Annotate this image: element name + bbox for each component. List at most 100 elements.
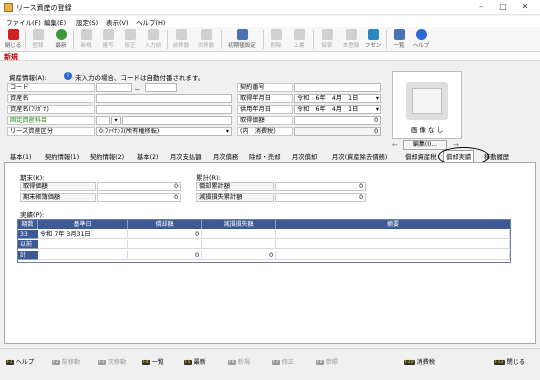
records-label: 実績(P):: [20, 211, 45, 219]
search-button[interactable]: 探索: [316, 28, 338, 51]
category-value: 0:ﾌｧｲﾅﾝｽ(所有権移転): [99, 128, 160, 135]
photo-prev-icon[interactable]: ←: [392, 141, 398, 149]
copy-icon: [102, 29, 114, 40]
copy-button[interactable]: 複写: [98, 28, 118, 51]
asset-info-label: 資産情報(A):: [9, 74, 47, 82]
code-dash: －: [134, 86, 141, 94]
search-icon: [321, 29, 333, 40]
undo-button[interactable]: 入力前: [142, 28, 164, 51]
tab-monthly-debt[interactable]: 月次償務: [213, 152, 238, 161]
fkey-reference[interactable]: F8 参照: [316, 357, 338, 366]
depreciation-total-label: 償却累計額: [196, 182, 274, 191]
menu-settings[interactable]: 設定(S): [76, 17, 98, 27]
register-button[interactable]: 本登録: [340, 28, 362, 51]
code-input-1[interactable]: [96, 83, 132, 92]
fkey-list[interactable]: F4 一覧: [142, 357, 164, 366]
menu-view[interactable]: 表示(V): [106, 17, 129, 27]
minimize-icon[interactable]: –: [470, 0, 492, 14]
asset-name-label: 資産名: [7, 94, 95, 103]
next-button[interactable]: 次移動: [195, 28, 217, 51]
row-period: 33: [18, 230, 38, 239]
register-icon: [345, 29, 357, 40]
save-button[interactable]: 登録: [28, 28, 48, 51]
tab-monthly-depreciation[interactable]: 月次償却: [292, 152, 317, 161]
tax-value: 0: [294, 127, 381, 136]
use-date-input[interactable]: 令和 6年 4月 1日 ▾: [294, 105, 381, 114]
fixed-subject-input[interactable]: [96, 116, 110, 125]
impairment-total-label: 減損損失累計額: [196, 193, 274, 202]
tab-disposal-sale[interactable]: 除却・売却: [249, 152, 280, 161]
table-cell-date[interactable]: [38, 240, 128, 249]
delete-button[interactable]: 削除: [266, 28, 286, 51]
sticky-note-icon: [367, 29, 379, 40]
list-button[interactable]: 一覧: [389, 28, 409, 51]
menu-file[interactable]: ファイル(F): [6, 17, 41, 27]
overwrite-icon: [293, 29, 305, 40]
prev-button[interactable]: 前移動: [170, 28, 192, 51]
edit-button[interactable]: 修正: [120, 28, 140, 51]
overwrite-button[interactable]: 上書: [289, 28, 309, 51]
maximize-icon[interactable]: □: [492, 0, 514, 14]
sticky-note-button[interactable]: フセン: [362, 28, 384, 51]
code-label: コード: [7, 83, 95, 92]
title-bar: リース資産の登録 – □ ✕: [0, 0, 540, 15]
calendar-dropdown-icon[interactable]: ▾: [376, 95, 379, 102]
depreciation-total-value: 0: [275, 182, 366, 191]
undo-icon: [147, 29, 159, 40]
fkey-prev[interactable]: F2 前移動: [52, 357, 80, 366]
table-cell-memo[interactable]: [276, 230, 510, 239]
app-icon: [4, 3, 13, 12]
acquire-date-input[interactable]: 令和 6年 4月 1日 ▾: [294, 94, 381, 103]
col-memo: 摘要: [276, 220, 510, 229]
menu-help[interactable]: ヘルプ(H): [136, 17, 165, 27]
calendar-dropdown-icon[interactable]: ▾: [376, 106, 379, 113]
tab-monthly-payment[interactable]: 月次支払額: [170, 152, 201, 161]
fixed-subject-label: 固定資産科目: [7, 116, 95, 125]
refresh-button[interactable]: 最新: [51, 28, 71, 51]
fkey-help[interactable]: F1 ヘルプ: [6, 357, 34, 366]
photo-box[interactable]: 画 像 な し: [392, 71, 462, 139]
tab-basic-2[interactable]: 基本(2): [137, 152, 159, 161]
tab-contract-1[interactable]: 契約情報(1): [45, 152, 79, 161]
fkey-edit[interactable]: F7 修正: [272, 357, 294, 366]
code-input-2[interactable]: [145, 83, 177, 92]
new-button[interactable]: 新規: [76, 28, 96, 51]
table-cell-depreciation[interactable]: [128, 240, 202, 249]
grid-settings-icon: [236, 29, 248, 40]
price-input[interactable]: 0: [294, 116, 381, 125]
fkey-tax[interactable]: F10 消費税: [404, 357, 435, 366]
window-close-icon[interactable]: ✕: [514, 0, 536, 14]
table-cell-impairment[interactable]: [202, 230, 276, 239]
table-cell-memo[interactable]: [276, 240, 510, 249]
tab-contract-2[interactable]: 契約情報(2): [90, 152, 124, 161]
fkey-next[interactable]: F3 次移動: [98, 357, 126, 366]
tab-basic-1[interactable]: 基本(1): [10, 152, 32, 161]
table-cell-depreciation: 0: [128, 251, 202, 260]
col-period: 期数: [18, 220, 38, 229]
asset-kana-input[interactable]: [96, 105, 232, 114]
fixed-subject-picker[interactable]: ▾: [111, 116, 121, 125]
initial-settings-button[interactable]: 初期値設定: [224, 28, 260, 51]
image-placeholder-icon: [406, 82, 448, 120]
fkey-new[interactable]: F6 新規: [228, 357, 250, 366]
tab-monthly-aro[interactable]: 月次(資産除去債務): [332, 152, 387, 161]
contract-number-input[interactable]: [294, 83, 381, 92]
menu-edit[interactable]: 編集(E): [44, 17, 66, 27]
row-period: 以前: [18, 240, 38, 249]
help-button[interactable]: ヘルプ: [411, 28, 431, 51]
tab-depreciable-asset-tax[interactable]: 償却資産税: [405, 152, 436, 161]
close-button[interactable]: 閉じる: [3, 28, 23, 51]
category-select[interactable]: 0:ﾌｧｲﾅﾝｽ(所有権移転) ▾: [96, 127, 232, 136]
table-cell-impairment[interactable]: [202, 240, 276, 249]
col-date: 基準日: [38, 220, 128, 229]
edit-image-button[interactable]: 編集(I)...: [403, 140, 447, 150]
cumulative-label: 累計(R):: [196, 174, 221, 182]
records-table[interactable]: 期数 基準日 償却額 減損損失額 摘要 33 令和 7年 3月31日 0 以前 …: [17, 219, 511, 263]
table-cell-date[interactable]: 令和 7年 3月31日: [38, 230, 128, 239]
table-cell-depreciation[interactable]: 0: [128, 230, 202, 239]
fkey-refresh[interactable]: F5 最新: [184, 357, 206, 366]
book-value-value: 0: [97, 193, 181, 202]
asset-name-input[interactable]: [96, 94, 232, 103]
menu-bar: ファイル(F) 編集(E) 設定(S) 表示(V) ヘルプ(H): [0, 16, 540, 27]
fkey-close[interactable]: F12 閉じる: [494, 357, 525, 366]
